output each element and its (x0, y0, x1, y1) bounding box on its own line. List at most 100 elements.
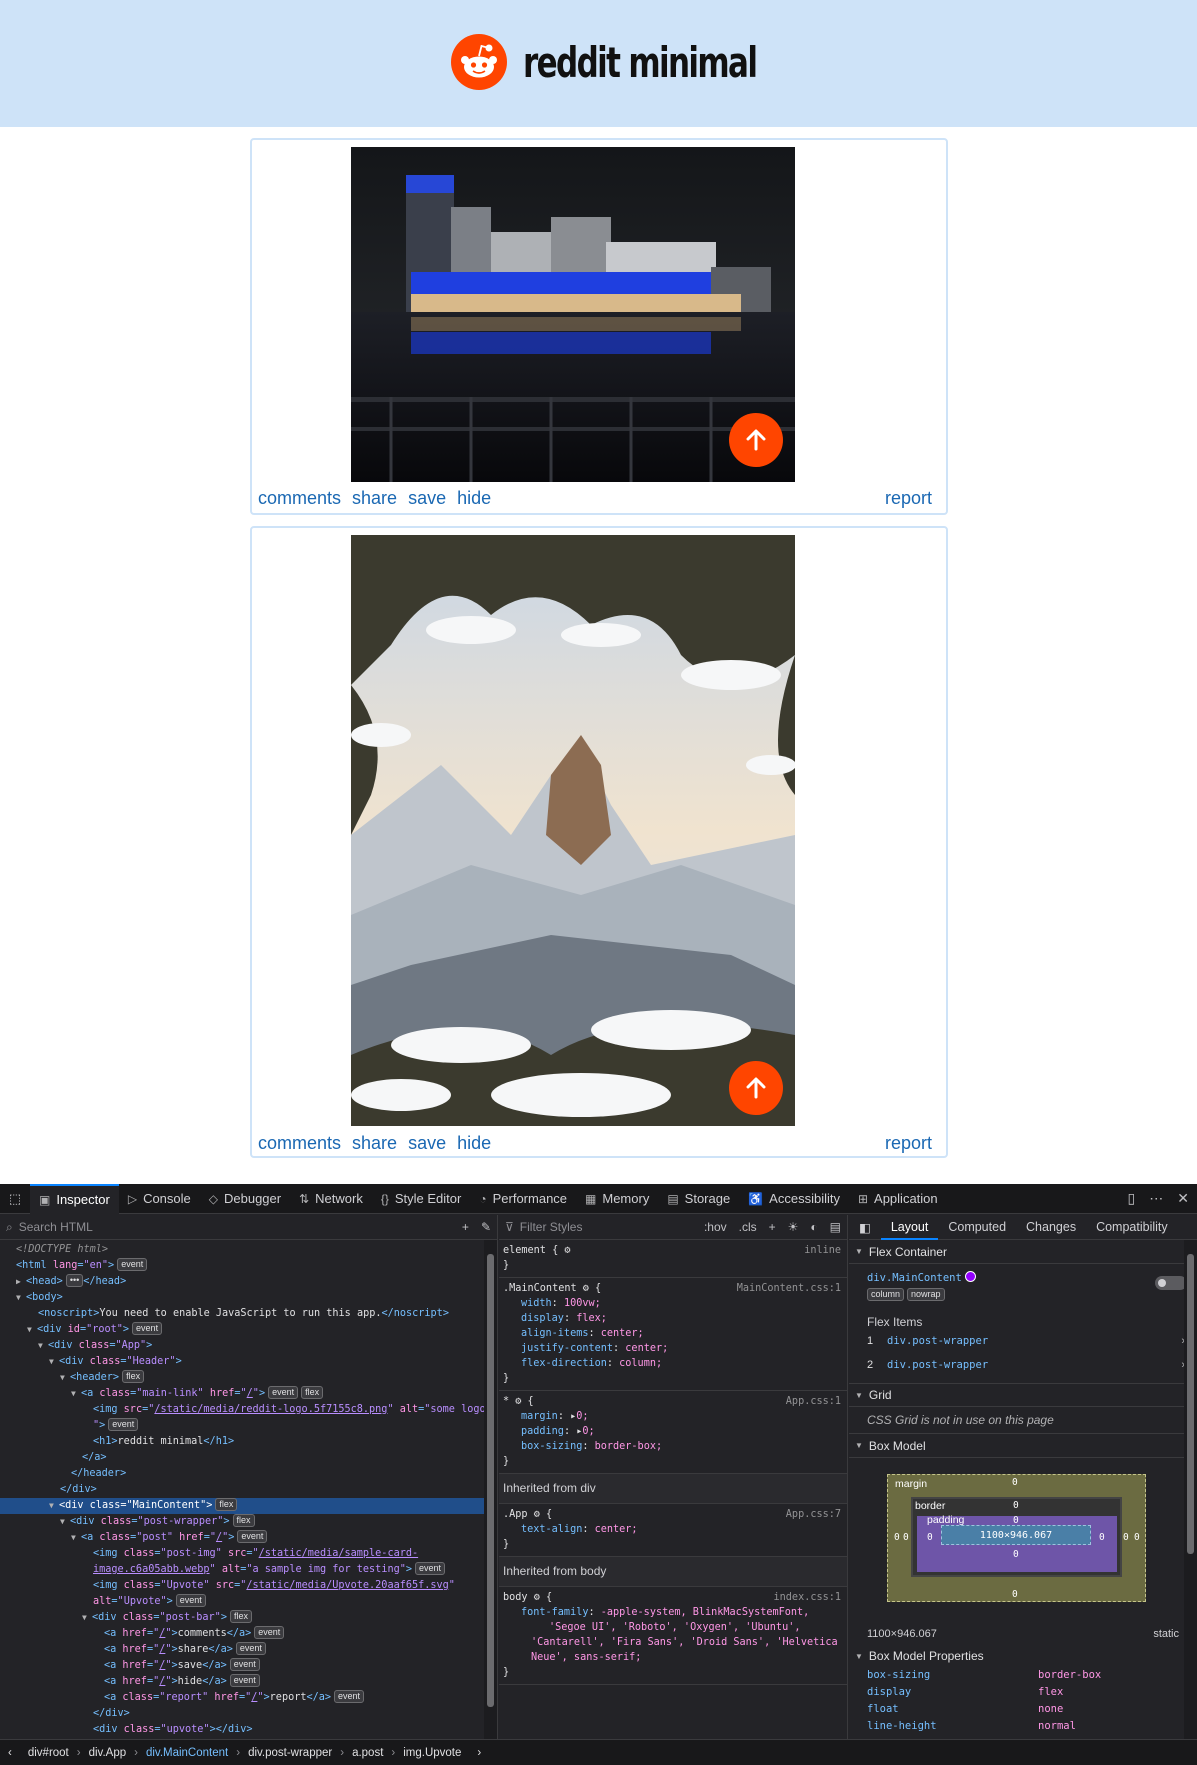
grid-header[interactable]: ▼ Grid (849, 1383, 1197, 1407)
tab-computed[interactable]: Computed (938, 1220, 1016, 1234)
breadcrumb-scroll-right-icon[interactable]: › (469, 1747, 489, 1759)
hide-link[interactable]: hide (457, 488, 491, 509)
tree-node[interactable]: ▼ <a class="main-link" href="/"> event flex (0, 1386, 497, 1402)
tab-inspector[interactable]: ▣ Inspector (30, 1183, 119, 1214)
tree-node[interactable]: <a href="/">share</a> event (0, 1642, 497, 1658)
breadcrumb-scroll-left-icon[interactable]: ‹ (0, 1747, 20, 1759)
tree-node[interactable]: ▼ <div class="post-wrapper"> flex (0, 1514, 497, 1530)
tab-performance[interactable]: ◔ Performance (470, 1184, 576, 1214)
tab-changes[interactable]: Changes (1016, 1220, 1086, 1234)
comments-link[interactable]: comments (258, 1133, 341, 1154)
flex-container-name[interactable]: div.MainContent (867, 1272, 962, 1284)
stylesheet-link[interactable]: index.css:1 (774, 1590, 841, 1605)
tree-node[interactable]: ▼ <div class="App"> (0, 1338, 497, 1354)
tree-node[interactable]: <html lang="en"> event (0, 1258, 497, 1274)
tab-network[interactable]: ⇅ Network (290, 1184, 372, 1214)
gear-icon[interactable]: ⚙ (534, 1592, 540, 1603)
home-link[interactable]: reddit minimal (451, 33, 808, 91)
tree-node[interactable]: <img class="Upvote" src="/static/media/U… (0, 1578, 497, 1594)
light-mode-icon[interactable]: ☀ (788, 1220, 799, 1234)
share-link[interactable]: share (352, 1133, 397, 1154)
post-image[interactable] (351, 535, 795, 1126)
tree-node[interactable]: <a class="report" href="/">report</a> eve… (0, 1690, 497, 1706)
tab-compatibility[interactable]: Compatibility (1086, 1220, 1178, 1234)
flexbox-highlighter-toggle[interactable] (1155, 1276, 1187, 1290)
tab-accessibility[interactable]: ♿ Accessibility (739, 1184, 849, 1214)
tab-storage[interactable]: ▤ Storage (658, 1184, 739, 1214)
tree-node[interactable]: </div> (0, 1706, 497, 1722)
report-link[interactable]: report (885, 488, 932, 509)
hide-link[interactable]: hide (457, 1133, 491, 1154)
tab-console[interactable]: ▷ Console (119, 1184, 200, 1214)
hover-states-toggle[interactable]: :hov (704, 1220, 727, 1234)
tree-node[interactable]: <img class="post-img" src="/static/media… (0, 1546, 497, 1562)
tree-node[interactable]: ▼ <body> (0, 1290, 497, 1306)
tree-node[interactable]: </a> (0, 1450, 497, 1466)
breadcrumb-item[interactable]: div.App (81, 1747, 135, 1759)
tree-node[interactable]: </header> (0, 1466, 497, 1482)
dark-mode-icon[interactable]: ◐ (810, 1220, 817, 1234)
tab-debugger[interactable]: ◇ Debugger (200, 1184, 290, 1214)
tree-node[interactable]: ▼ <div class="post-bar"> flex (0, 1610, 497, 1626)
gear-icon[interactable]: ⚙ (515, 1396, 521, 1407)
box-model-header[interactable]: ▼ Box Model (849, 1434, 1197, 1458)
box-model-content[interactable]: 1100×946.067 (941, 1525, 1091, 1545)
share-link[interactable]: share (352, 488, 397, 509)
flex-item[interactable]: 2div.post-wrapper› (867, 1353, 1185, 1377)
gear-icon[interactable]: ⚙ (564, 1245, 570, 1256)
tree-node[interactable]: <!DOCTYPE html> (0, 1242, 497, 1258)
gear-icon[interactable]: ⚙ (534, 1509, 540, 1520)
tree-node[interactable]: ▼ <div class="Header"> (0, 1354, 497, 1370)
breadcrumb-item-selected[interactable]: div.MainContent (138, 1747, 236, 1759)
box-model-properties-header[interactable]: ▼ Box Model Properties (849, 1646, 1197, 1666)
tree-node[interactable]: <noscript>You need to enable JavaScript … (0, 1306, 497, 1322)
tree-node[interactable]: <h1>reddit minimal</h1> (0, 1434, 497, 1450)
breadcrumb-item[interactable]: div.post-wrapper (240, 1747, 340, 1759)
tree-node[interactable]: <a href="/">comments</a> event (0, 1626, 497, 1642)
tree-node[interactable]: </div> (0, 1482, 497, 1498)
tree-node-selected[interactable]: ▼ <div class="MainContent"> flex (0, 1498, 497, 1514)
sidebar-toggle-icon[interactable]: ◧ (849, 1220, 881, 1235)
tree-node[interactable]: ▼ <header> flex (0, 1370, 497, 1386)
save-link[interactable]: save (408, 1133, 446, 1154)
flex-container-header[interactable]: ▼ Flex Container (849, 1240, 1197, 1264)
filter-styles-input[interactable]: Filter Styles (520, 1220, 704, 1234)
save-link[interactable]: save (408, 488, 446, 509)
tree-node[interactable]: <a href="/">hide</a> event (0, 1674, 497, 1690)
report-link[interactable]: report (885, 1133, 932, 1154)
breadcrumb-item[interactable]: div#root (20, 1747, 77, 1759)
tree-node[interactable]: ▼ <div id="root"> event (0, 1322, 497, 1338)
stylesheet-link[interactable]: App.css:7 (786, 1507, 841, 1522)
close-icon[interactable]: ✕ (1177, 1190, 1189, 1207)
tree-node[interactable]: <img src="/static/media/reddit-logo.5f71… (0, 1402, 497, 1418)
highlight-color-swatch[interactable] (965, 1271, 977, 1282)
tree-node[interactable]: ▶ <head> ••• </head> (0, 1274, 497, 1290)
gear-icon[interactable]: ⚙ (583, 1283, 589, 1294)
layout-scrollbar[interactable] (1184, 1240, 1197, 1739)
eyedropper-icon[interactable]: ✎ (481, 1220, 491, 1234)
print-media-icon[interactable]: ▤ (830, 1220, 841, 1234)
tab-application[interactable]: ⊞ Application (849, 1184, 947, 1214)
comments-link[interactable]: comments (258, 488, 341, 509)
tree-node[interactable]: ▼ <a class="post" href="/"> event (0, 1530, 497, 1546)
post-image[interactable] (351, 147, 795, 482)
breadcrumb-item[interactable]: img.Upvote (395, 1747, 469, 1759)
breadcrumb-item[interactable]: a.post (344, 1747, 391, 1759)
tab-style-editor[interactable]: {} Style Editor (372, 1184, 471, 1214)
flex-item[interactable]: 1div.post-wrapper› (867, 1329, 1185, 1353)
stylesheet-link[interactable]: MainContent.css:1 (737, 1281, 841, 1296)
responsive-design-icon[interactable]: ▯ (1128, 1190, 1136, 1207)
tree-node[interactable]: <a href="/">save</a> event (0, 1658, 497, 1674)
upvote-button[interactable] (729, 413, 783, 467)
element-picker-icon[interactable]: ⬚ (0, 1184, 30, 1214)
classes-toggle[interactable]: .cls (739, 1220, 757, 1234)
add-rule-icon[interactable]: + (769, 1220, 776, 1234)
stylesheet-link[interactable]: App.css:1 (786, 1394, 841, 1409)
search-html-input[interactable]: Search HTML (19, 1220, 462, 1234)
tree-node[interactable]: <div class="upvote"></div> (0, 1722, 497, 1738)
tab-memory[interactable]: ▦ Memory (576, 1184, 658, 1214)
add-node-icon[interactable]: + (462, 1220, 469, 1234)
upvote-button[interactable] (729, 1061, 783, 1115)
more-options-icon[interactable]: ⋯ (1149, 1190, 1163, 1207)
markup-scrollbar[interactable] (484, 1240, 497, 1739)
